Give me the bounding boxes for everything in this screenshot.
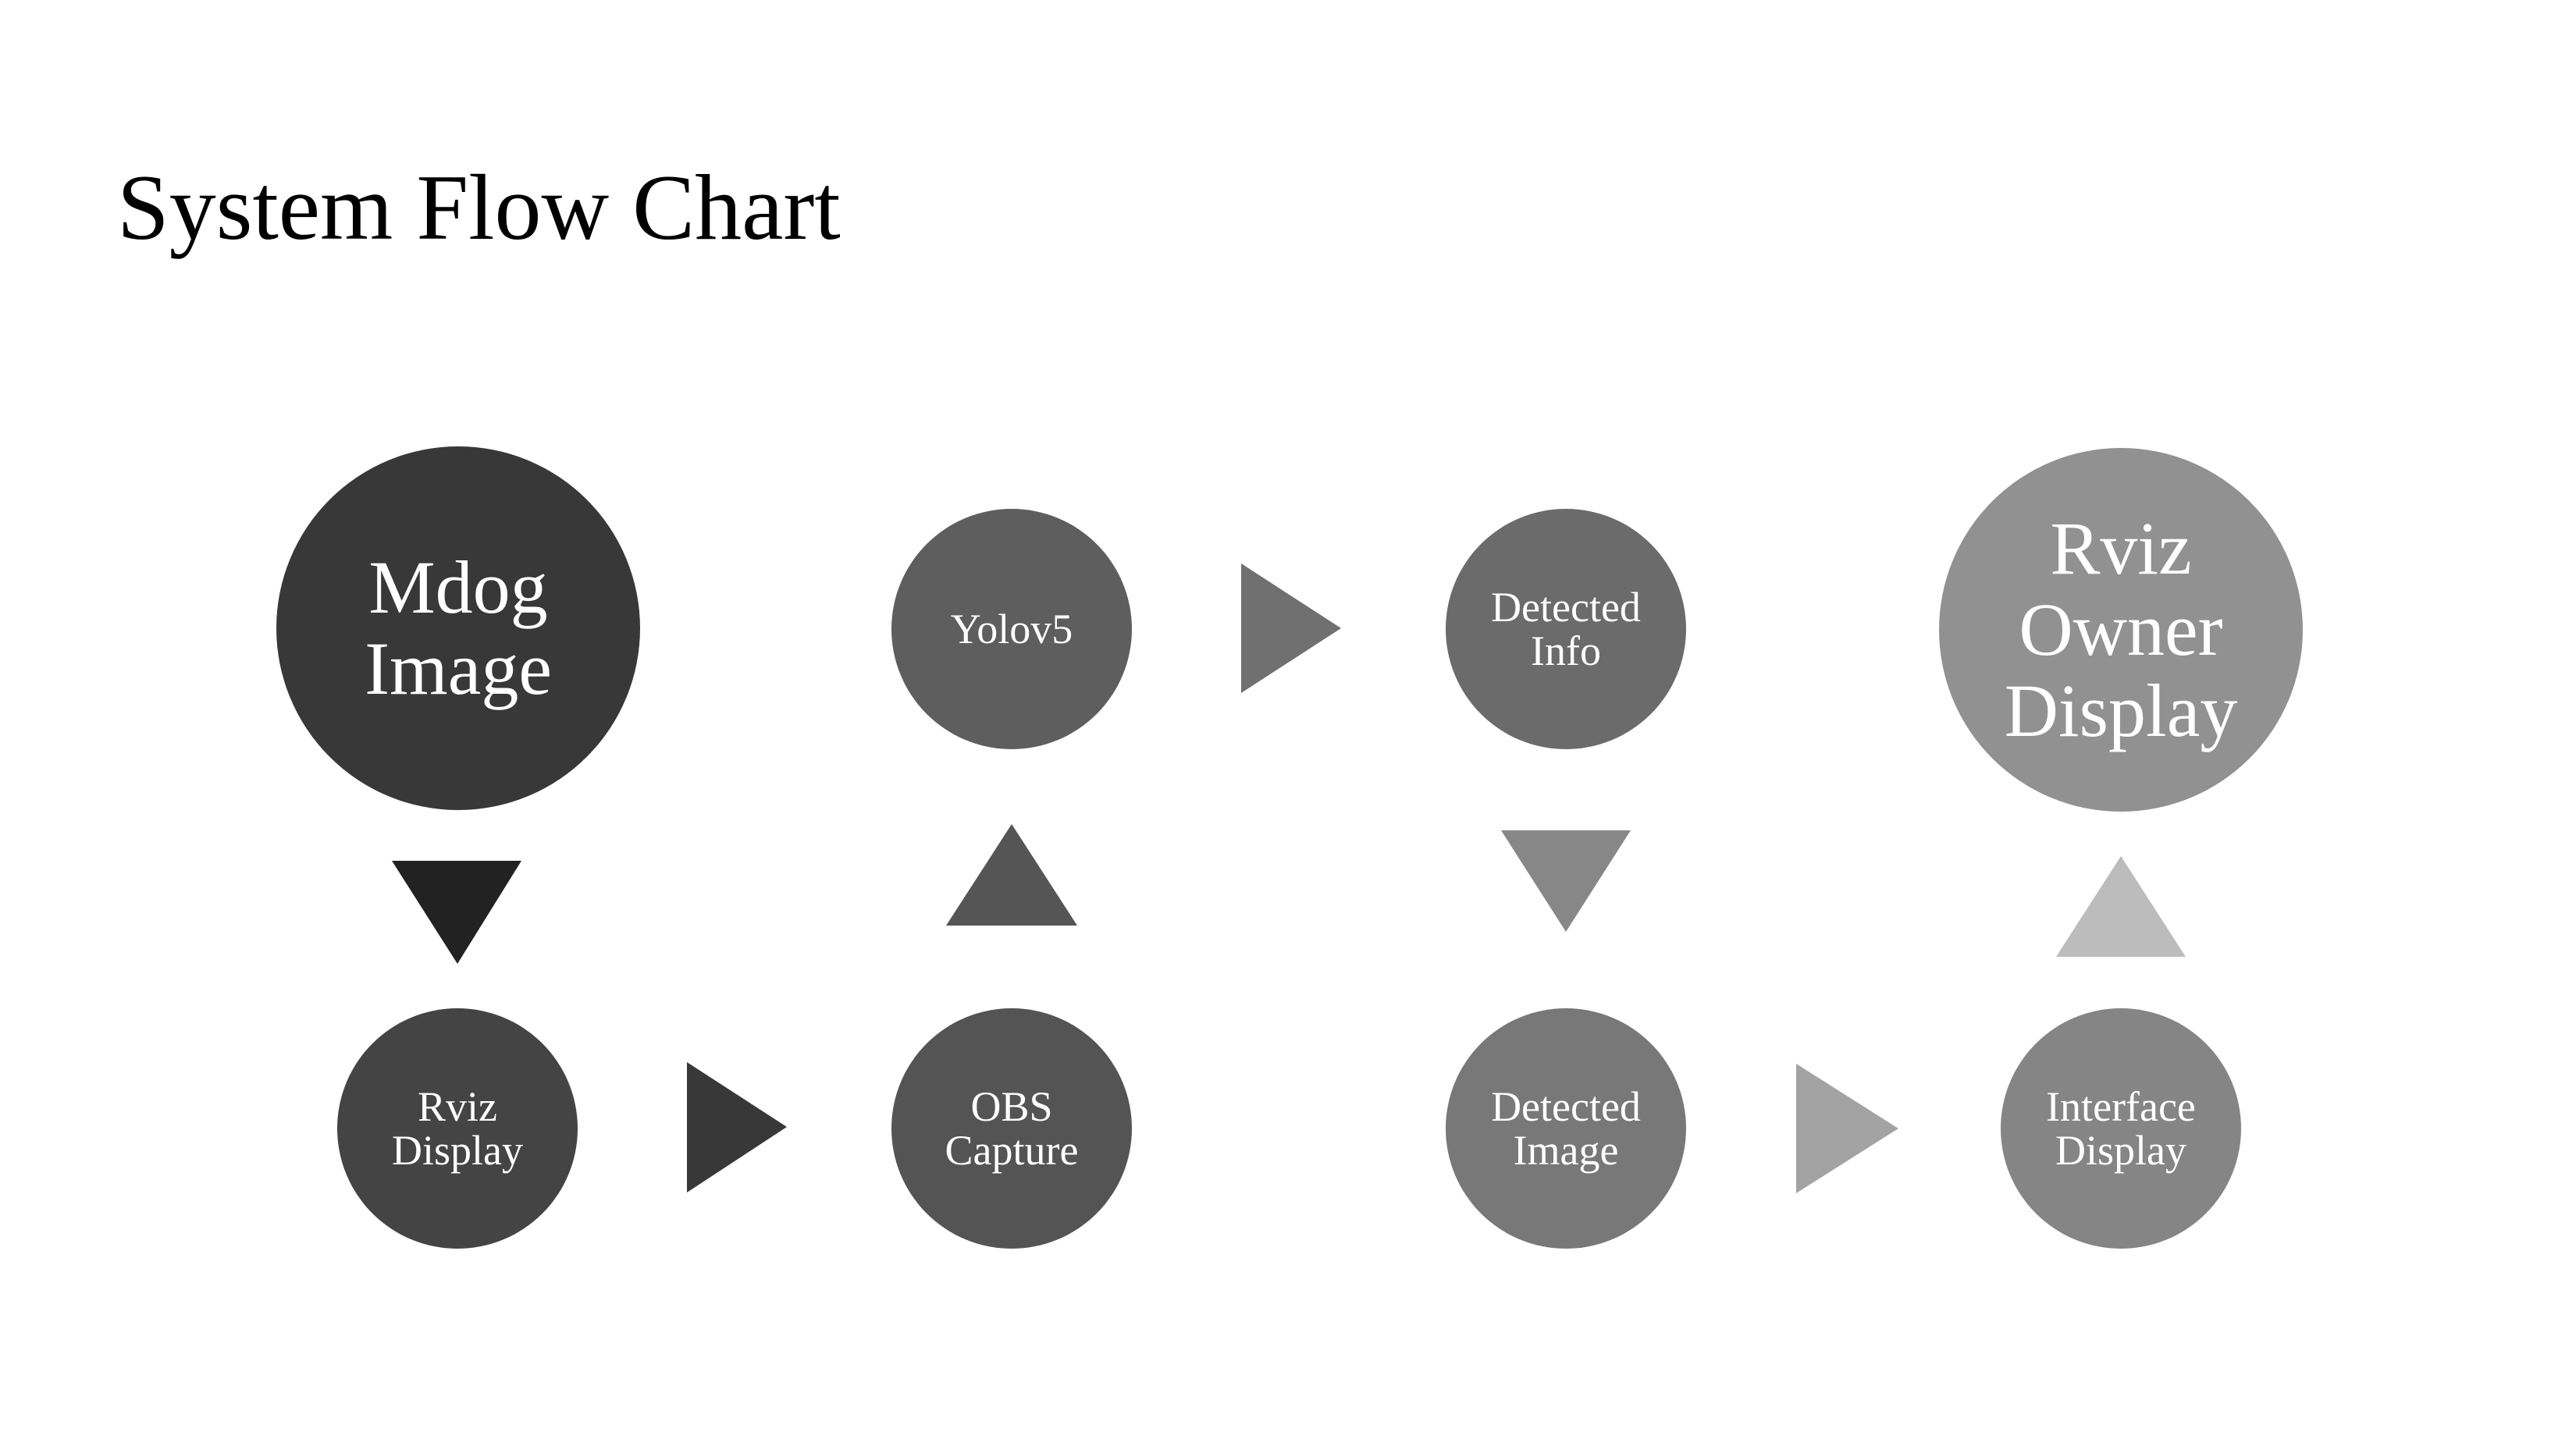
node-label-line: Interface bbox=[2046, 1083, 2196, 1130]
node-label: Detected Image bbox=[1491, 1085, 1641, 1172]
node-label-line: Rviz bbox=[2050, 506, 2192, 590]
arrow-right-icon bbox=[687, 1062, 787, 1192]
node-label-line: Detected bbox=[1491, 584, 1641, 631]
arrow-up-icon bbox=[2056, 856, 2186, 957]
node-interface-display: Interface Display bbox=[2001, 1008, 2241, 1249]
arrow-right-icon bbox=[1796, 1064, 1898, 1193]
node-label: OBS Capture bbox=[945, 1085, 1079, 1172]
node-detected-image: Detected Image bbox=[1446, 1008, 1686, 1249]
arrow-down-icon bbox=[1501, 830, 1631, 932]
node-label-line: Display bbox=[2004, 669, 2238, 752]
node-label-line: Mdog bbox=[368, 546, 548, 629]
node-label-line: Capture bbox=[945, 1127, 1079, 1174]
node-label-line: OBS bbox=[970, 1083, 1053, 1130]
node-label-line: Yolov5 bbox=[950, 606, 1073, 652]
node-rviz-display: Rviz Display bbox=[337, 1008, 578, 1249]
node-label: Yolov5 bbox=[951, 607, 1073, 651]
arrow-up-icon bbox=[946, 824, 1077, 926]
node-mdog-image: Mdog Image bbox=[276, 446, 640, 810]
node-obs-capture: OBS Capture bbox=[891, 1008, 1132, 1249]
node-detected-info: Detected Info bbox=[1446, 509, 1686, 749]
node-rviz-owner-display: Rviz Owner Display bbox=[1939, 448, 2303, 812]
node-label-line: Owner bbox=[2019, 588, 2223, 671]
page-title: System Flow Chart bbox=[117, 155, 841, 259]
node-label: Rviz Display bbox=[392, 1085, 523, 1172]
node-label: Interface Display bbox=[2046, 1085, 2196, 1172]
node-label: Detected Info bbox=[1491, 585, 1641, 673]
node-label: Rviz Owner Display bbox=[2005, 508, 2238, 752]
arrow-down-icon bbox=[392, 861, 521, 964]
node-label-line: Display bbox=[392, 1127, 523, 1174]
node-label-line: Image bbox=[1513, 1127, 1619, 1174]
node-label-line: Info bbox=[1531, 627, 1601, 674]
node-label-line: Image bbox=[365, 627, 552, 710]
node-label-line: Display bbox=[2055, 1127, 2186, 1174]
node-yolov5: Yolov5 bbox=[891, 509, 1132, 749]
node-label-line: Rviz bbox=[418, 1083, 497, 1130]
arrow-right-icon bbox=[1241, 563, 1341, 693]
node-label: Mdog Image bbox=[365, 547, 552, 709]
node-label-line: Detected bbox=[1491, 1083, 1641, 1130]
